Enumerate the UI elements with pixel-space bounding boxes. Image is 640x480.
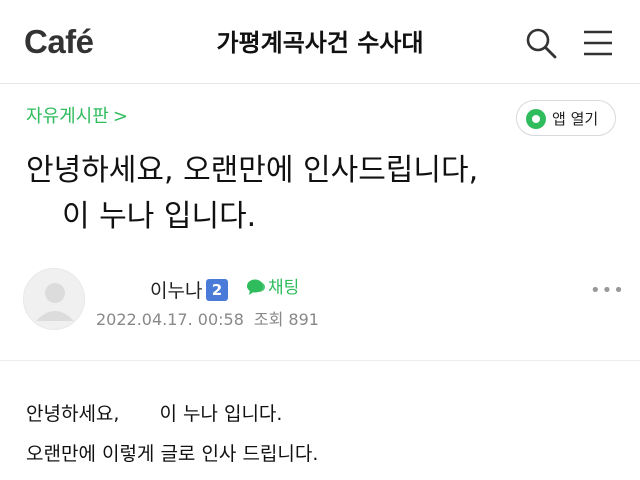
chevron-right-icon: > (112, 106, 128, 127)
post-date: 2022.04.17. 00:58 (96, 310, 244, 329)
default-avatar-icon (36, 283, 74, 321)
search-icon[interactable] (524, 26, 558, 60)
view-count: 조회 891 (253, 310, 319, 329)
post-body-line-1: 안녕하세요, 이 누나 입니다. (26, 400, 282, 428)
member-grade-badge: 2 (206, 279, 228, 301)
open-app-button[interactable]: 앱 열기 (516, 100, 616, 136)
author-name[interactable]: 이누나 (150, 278, 202, 304)
body-intro: 이 누나 입니다. (159, 403, 283, 425)
more-options-icon[interactable]: ••• (590, 282, 625, 300)
board-name: 자유게시판 (26, 106, 109, 127)
chat-button[interactable]: 채팅 (246, 276, 299, 300)
post-title-line-2: 이 누나 입니다. (62, 199, 257, 234)
board-link[interactable]: 자유게시판 > (26, 104, 128, 130)
chat-label: 채팅 (268, 278, 300, 298)
post-meta: 2022.04.17. 00:58 조회 891 (96, 308, 319, 332)
divider (0, 360, 640, 361)
body-greeting: 안녕하세요, (26, 403, 120, 425)
author-avatar[interactable] (23, 268, 85, 330)
top-bar: Café 가평계곡사건 수사대 (0, 0, 640, 84)
post-body-line-2: 오랜만에 이렇게 글로 인사 드립니다. (26, 443, 319, 465)
post-title-line-1: 안녕하세요, 오랜만에 인사드립니다, (26, 153, 479, 188)
chat-bubble-icon (247, 279, 265, 295)
open-app-label: 앱 열기 (552, 110, 599, 128)
hamburger-menu-icon[interactable] (580, 26, 616, 60)
naver-cafe-app-icon (526, 109, 546, 129)
